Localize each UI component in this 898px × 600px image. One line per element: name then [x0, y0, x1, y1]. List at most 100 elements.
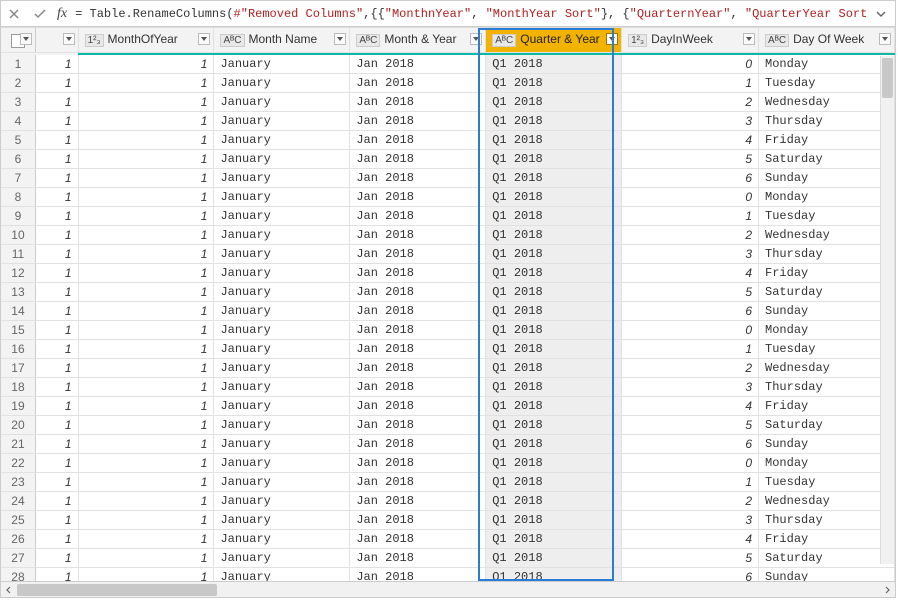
- cell-monthyear[interactable]: Jan 2018: [350, 529, 486, 548]
- table-row[interactable]: 2411JanuaryJan 2018Q1 20182Wednesday: [1, 491, 895, 510]
- commit-icon[interactable]: [31, 5, 49, 23]
- cell-monthname[interactable]: January: [214, 510, 350, 529]
- column-header-month-name[interactable]: AᴮCMonth Name: [214, 28, 350, 53]
- scroll-left-icon[interactable]: [1, 583, 17, 597]
- cell-leading[interactable]: 1: [35, 377, 78, 396]
- datatype-icon[interactable]: 1²₃: [85, 34, 104, 47]
- cell-leading[interactable]: 1: [35, 472, 78, 491]
- cell-dayofweek[interactable]: Monday: [759, 187, 895, 206]
- cell-monthname[interactable]: January: [214, 244, 350, 263]
- cell-dayinweek[interactable]: 4: [622, 529, 759, 548]
- cell-quarteryear[interactable]: Q1 2018: [486, 55, 622, 74]
- cell-dayinweek[interactable]: 5: [622, 282, 759, 301]
- cell-dayofweek[interactable]: Tuesday: [759, 339, 895, 358]
- row-number[interactable]: 25: [1, 510, 35, 529]
- column-filter-icon[interactable]: [743, 33, 755, 45]
- cell-monthyear[interactable]: Jan 2018: [350, 263, 486, 282]
- column-filter-icon[interactable]: [334, 33, 346, 45]
- cell-dayofweek[interactable]: Thursday: [759, 377, 895, 396]
- cell-leading[interactable]: 1: [35, 529, 78, 548]
- cell-dayofweek[interactable]: Sunday: [759, 567, 895, 581]
- table-row[interactable]: 911JanuaryJan 2018Q1 20181Tuesday: [1, 206, 895, 225]
- cell-dayinweek[interactable]: 3: [622, 244, 759, 263]
- cell-leading[interactable]: 1: [35, 396, 78, 415]
- datatype-icon[interactable]: AᴮC: [220, 34, 244, 47]
- cell-dayofweek[interactable]: Tuesday: [759, 472, 895, 491]
- cell-monthname[interactable]: January: [214, 339, 350, 358]
- cell-dayinweek[interactable]: 6: [622, 434, 759, 453]
- cell-leading[interactable]: 1: [35, 225, 78, 244]
- table-row[interactable]: 1011JanuaryJan 2018Q1 20182Wednesday: [1, 225, 895, 244]
- cell-quarteryear[interactable]: Q1 2018: [486, 453, 622, 472]
- table-row[interactable]: 211JanuaryJan 2018Q1 20181Tuesday: [1, 73, 895, 92]
- cell-monthyear[interactable]: Jan 2018: [350, 92, 486, 111]
- cell-dayofweek[interactable]: Sunday: [759, 168, 895, 187]
- cell-monthname[interactable]: January: [214, 111, 350, 130]
- cell-dayinweek[interactable]: 3: [622, 111, 759, 130]
- table-row[interactable]: 811JanuaryJan 2018Q1 20180Monday: [1, 187, 895, 206]
- cell-monthofyear[interactable]: 1: [78, 548, 214, 567]
- column-header-day-of-week[interactable]: AᴮCDay Of Week: [759, 28, 895, 53]
- cell-dayofweek[interactable]: Friday: [759, 130, 895, 149]
- row-number[interactable]: 9: [1, 206, 35, 225]
- cell-leading[interactable]: 1: [35, 510, 78, 529]
- table-row[interactable]: 2011JanuaryJan 2018Q1 20185Saturday: [1, 415, 895, 434]
- cell-dayofweek[interactable]: Wednesday: [759, 358, 895, 377]
- row-number[interactable]: 13: [1, 282, 35, 301]
- cell-monthofyear[interactable]: 1: [78, 73, 214, 92]
- cell-dayofweek[interactable]: Monday: [759, 453, 895, 472]
- cell-monthofyear[interactable]: 1: [78, 510, 214, 529]
- cell-quarteryear[interactable]: Q1 2018: [486, 263, 622, 282]
- cell-quarteryear[interactable]: Q1 2018: [486, 434, 622, 453]
- cell-monthname[interactable]: January: [214, 548, 350, 567]
- table-row[interactable]: 2511JanuaryJan 2018Q1 20183Thursday: [1, 510, 895, 529]
- cell-monthname[interactable]: January: [214, 415, 350, 434]
- cell-leading[interactable]: 1: [35, 111, 78, 130]
- cell-dayinweek[interactable]: 1: [622, 73, 759, 92]
- cell-dayofweek[interactable]: Friday: [759, 396, 895, 415]
- row-number[interactable]: 23: [1, 472, 35, 491]
- cell-monthyear[interactable]: Jan 2018: [350, 453, 486, 472]
- cell-monthofyear[interactable]: 1: [78, 282, 214, 301]
- cell-dayinweek[interactable]: 2: [622, 92, 759, 111]
- row-number[interactable]: 11: [1, 244, 35, 263]
- column-header-dayinweek[interactable]: 1²₃DayInWeek: [622, 28, 759, 53]
- scroll-right-icon[interactable]: [879, 583, 895, 597]
- row-number[interactable]: 4: [1, 111, 35, 130]
- table-row[interactable]: 1511JanuaryJan 2018Q1 20180Monday: [1, 320, 895, 339]
- table-menu-icon[interactable]: [20, 33, 32, 45]
- row-number[interactable]: 7: [1, 168, 35, 187]
- cell-dayinweek[interactable]: 6: [622, 301, 759, 320]
- cell-leading[interactable]: 1: [35, 206, 78, 225]
- row-number[interactable]: 12: [1, 263, 35, 282]
- datatype-icon[interactable]: AᴮC: [492, 34, 516, 47]
- table-row[interactable]: 1911JanuaryJan 2018Q1 20184Friday: [1, 396, 895, 415]
- cell-leading[interactable]: 1: [35, 130, 78, 149]
- vertical-scrollbar[interactable]: [880, 56, 894, 564]
- cell-monthofyear[interactable]: 1: [78, 187, 214, 206]
- datatype-icon[interactable]: 1²₃: [628, 34, 647, 47]
- horizontal-scrollbar[interactable]: [1, 581, 895, 597]
- cell-dayinweek[interactable]: 1: [622, 206, 759, 225]
- cell-leading[interactable]: 1: [35, 415, 78, 434]
- cell-quarteryear[interactable]: Q1 2018: [486, 567, 622, 581]
- table-row[interactable]: 1111JanuaryJan 2018Q1 20183Thursday: [1, 244, 895, 263]
- cell-dayinweek[interactable]: 5: [622, 415, 759, 434]
- cell-quarteryear[interactable]: Q1 2018: [486, 510, 622, 529]
- cell-dayofweek[interactable]: Tuesday: [759, 206, 895, 225]
- cell-monthofyear[interactable]: 1: [78, 130, 214, 149]
- column-header-month-year[interactable]: AᴮCMonth & Year: [350, 28, 486, 53]
- cell-dayinweek[interactable]: 0: [622, 55, 759, 74]
- cell-monthyear[interactable]: Jan 2018: [350, 358, 486, 377]
- cell-leading[interactable]: 1: [35, 491, 78, 510]
- cell-monthyear[interactable]: Jan 2018: [350, 225, 486, 244]
- cell-monthofyear[interactable]: 1: [78, 434, 214, 453]
- cell-dayinweek[interactable]: 1: [622, 339, 759, 358]
- row-number[interactable]: 15: [1, 320, 35, 339]
- cell-monthname[interactable]: January: [214, 55, 350, 74]
- datatype-icon[interactable]: AᴮC: [765, 34, 789, 47]
- cell-leading[interactable]: 1: [35, 548, 78, 567]
- cell-monthname[interactable]: January: [214, 434, 350, 453]
- cell-dayinweek[interactable]: 5: [622, 548, 759, 567]
- cell-leading[interactable]: 1: [35, 320, 78, 339]
